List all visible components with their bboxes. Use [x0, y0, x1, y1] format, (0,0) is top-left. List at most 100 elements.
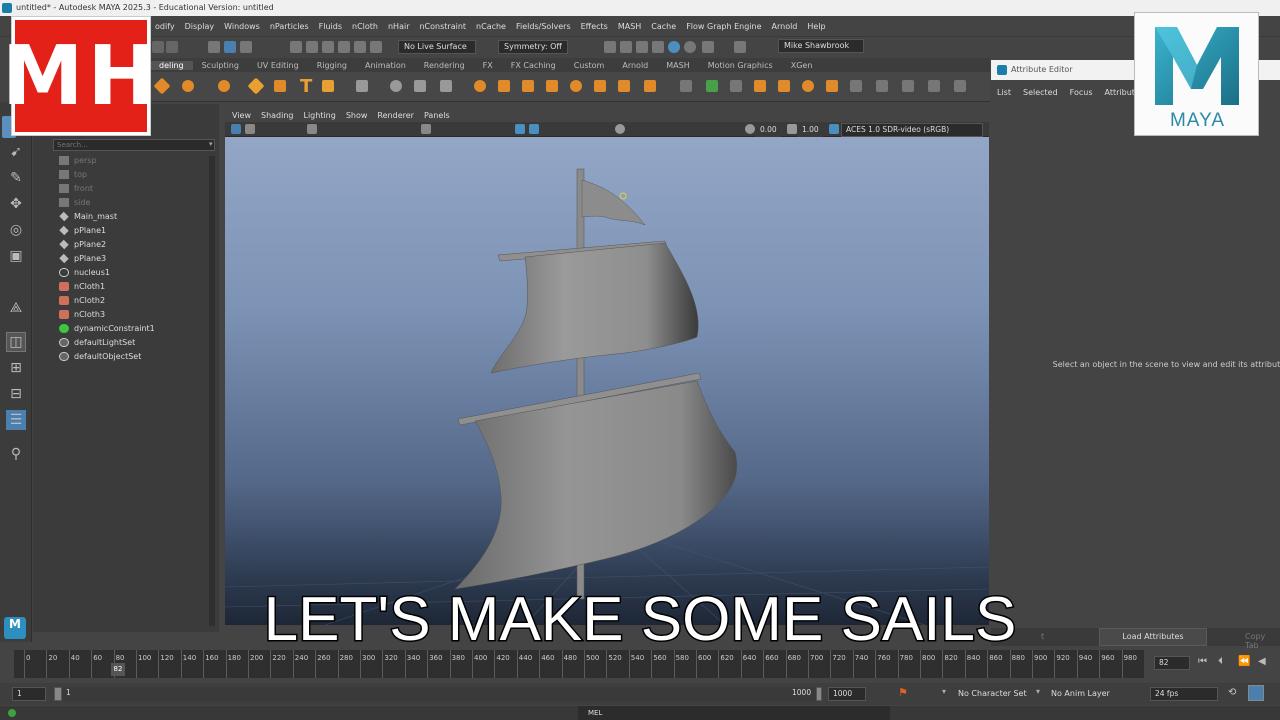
- character-set-dropdown[interactable]: No Character Set: [958, 689, 1027, 698]
- shelf-tab-custom[interactable]: Custom: [565, 61, 614, 70]
- symmetry-dropdown[interactable]: Symmetry: Off: [498, 40, 568, 54]
- shadows-icon[interactable]: [615, 124, 625, 134]
- menu-mash[interactable]: MASH: [613, 22, 646, 31]
- list-item[interactable]: persp: [59, 153, 97, 167]
- attr-menu-focus[interactable]: Focus: [1064, 88, 1099, 97]
- list-item[interactable]: top: [59, 167, 87, 181]
- redo-icon[interactable]: [166, 41, 178, 53]
- select-by-object-icon[interactable]: [224, 41, 236, 53]
- search-options-chevron-down-icon[interactable]: ▾: [209, 140, 213, 148]
- extrude-icon[interactable]: [618, 80, 630, 92]
- exposure-icon[interactable]: [745, 124, 755, 134]
- snap-curve-icon[interactable]: [306, 41, 318, 53]
- wireframe-on-shaded-icon[interactable]: [515, 124, 525, 134]
- menu-display[interactable]: Display: [180, 22, 220, 31]
- extract-icon[interactable]: [522, 80, 534, 92]
- current-frame-marker[interactable]: 82: [111, 663, 125, 676]
- mel-label[interactable]: MEL: [588, 709, 602, 717]
- list-item[interactable]: nCloth3: [59, 307, 105, 321]
- shelf-tab-motion-graphics[interactable]: Motion Graphics: [699, 61, 782, 70]
- exposure-field[interactable]: 0.00: [755, 123, 781, 137]
- menu-flow-graph-engine[interactable]: Flow Graph Engine: [681, 22, 766, 31]
- smooth-icon[interactable]: [546, 80, 558, 92]
- gamma-icon[interactable]: [787, 124, 797, 134]
- grid-icon[interactable]: [421, 124, 431, 134]
- view-transform-dropdown[interactable]: ACES 1.0 SDR-video (sRGB): [841, 123, 983, 137]
- menu-nhair[interactable]: nHair: [383, 22, 415, 31]
- shelf-tab-rendering[interactable]: Rendering: [415, 61, 474, 70]
- boolean-icon[interactable]: [570, 80, 582, 92]
- camera-attributes-icon[interactable]: [245, 124, 255, 134]
- menu-fluids[interactable]: Fluids: [314, 22, 347, 31]
- menu-ncache[interactable]: nCache: [471, 22, 511, 31]
- panel-menu-panels[interactable]: Panels: [419, 111, 455, 120]
- 3d-viewport[interactable]: [225, 137, 989, 625]
- svg-tool-icon[interactable]: [322, 80, 334, 92]
- anim-layer-dropdown[interactable]: No Anim Layer: [1051, 689, 1110, 698]
- select-by-component-icon[interactable]: [240, 41, 252, 53]
- panel-menu-renderer[interactable]: Renderer: [372, 111, 419, 120]
- scene-start-field[interactable]: 1: [12, 687, 46, 701]
- snap-vertex-icon[interactable]: [370, 41, 382, 53]
- list-item[interactable]: nCloth2: [59, 293, 105, 307]
- menu-cache[interactable]: Cache: [646, 22, 681, 31]
- pivot-icon[interactable]: [390, 80, 402, 92]
- multi-cut-icon[interactable]: [730, 80, 742, 92]
- fill-hole-icon[interactable]: [778, 80, 790, 92]
- menu-windows[interactable]: Windows: [219, 22, 265, 31]
- range-slider[interactable]: 1 1000: [62, 687, 822, 701]
- shelf-tab-fx[interactable]: FX: [474, 61, 502, 70]
- poly-platonic-icon[interactable]: [218, 80, 230, 92]
- smooth-shade-icon[interactable]: [529, 124, 539, 134]
- list-item[interactable]: Main_mast: [59, 209, 117, 223]
- bookmark-icon[interactable]: [307, 124, 317, 134]
- list-item[interactable]: pPlane2: [59, 237, 106, 251]
- connect-icon[interactable]: [850, 80, 862, 92]
- menu-help[interactable]: Help: [802, 22, 830, 31]
- slide-edge-icon[interactable]: [928, 80, 940, 92]
- mirror-icon[interactable]: [594, 80, 606, 92]
- scale-tool-icon[interactable]: ▣: [6, 246, 26, 266]
- sweep-mesh-icon[interactable]: [274, 80, 286, 92]
- play-backwards-icon[interactable]: ◀: [1258, 656, 1266, 667]
- combine-icon[interactable]: [474, 80, 486, 92]
- list-item[interactable]: pPlane1: [59, 223, 106, 237]
- menu-fields-solvers[interactable]: Fields/Solvers: [511, 22, 576, 31]
- shelf-tab-animation[interactable]: Animation: [356, 61, 415, 70]
- snap-view-icon[interactable]: [338, 41, 350, 53]
- merge-icon[interactable]: [802, 80, 814, 92]
- attr-menu-selected[interactable]: Selected: [1017, 88, 1064, 97]
- hypershade-icon[interactable]: [652, 41, 664, 53]
- menu-arnold[interactable]: Arnold: [767, 22, 803, 31]
- menu-ncloth[interactable]: nCloth: [347, 22, 383, 31]
- poly-torus-icon[interactable]: [182, 80, 194, 92]
- shelf-tab-sculpting[interactable]: Sculpting: [193, 61, 248, 70]
- shelf-tab-mash[interactable]: MASH: [657, 61, 698, 70]
- rotate-tool-icon[interactable]: ◎: [6, 220, 26, 240]
- bridge-icon[interactable]: [680, 80, 692, 92]
- menu-nconstraint[interactable]: nConstraint: [414, 22, 471, 31]
- menu-nparticles[interactable]: nParticles: [265, 22, 314, 31]
- select-camera-icon[interactable]: [231, 124, 241, 134]
- paint-select-tool-icon[interactable]: ✎: [6, 168, 26, 188]
- super-shape-icon[interactable]: [247, 77, 265, 95]
- anim-layer-chevron-down-icon[interactable]: ▾: [1036, 687, 1040, 696]
- auto-key-icon[interactable]: ⚑: [898, 686, 908, 699]
- list-item[interactable]: nCloth1: [59, 279, 105, 293]
- list-item[interactable]: side: [59, 195, 90, 209]
- live-surface-dropdown[interactable]: No Live Surface: [398, 40, 476, 54]
- shelf-tab-fx-caching[interactable]: FX Caching: [502, 61, 565, 70]
- select-by-hierarchy-icon[interactable]: [208, 41, 220, 53]
- last-tool-icon[interactable]: ⟁: [6, 298, 26, 318]
- persp-outliner-layout-icon[interactable]: ⊟: [6, 384, 26, 404]
- shelf-tab-rigging[interactable]: Rigging: [308, 61, 356, 70]
- attr-menu-list[interactable]: List: [991, 88, 1017, 97]
- bevel-icon[interactable]: [644, 80, 656, 92]
- list-item[interactable]: front: [59, 181, 93, 195]
- render-settings-icon[interactable]: [636, 41, 648, 53]
- outliner-search-input[interactable]: Search...: [53, 139, 215, 151]
- quad-draw-icon[interactable]: [876, 80, 888, 92]
- pause-render-icon[interactable]: [734, 41, 746, 53]
- menu-effects[interactable]: Effects: [576, 22, 613, 31]
- range-start-handle[interactable]: [54, 687, 62, 701]
